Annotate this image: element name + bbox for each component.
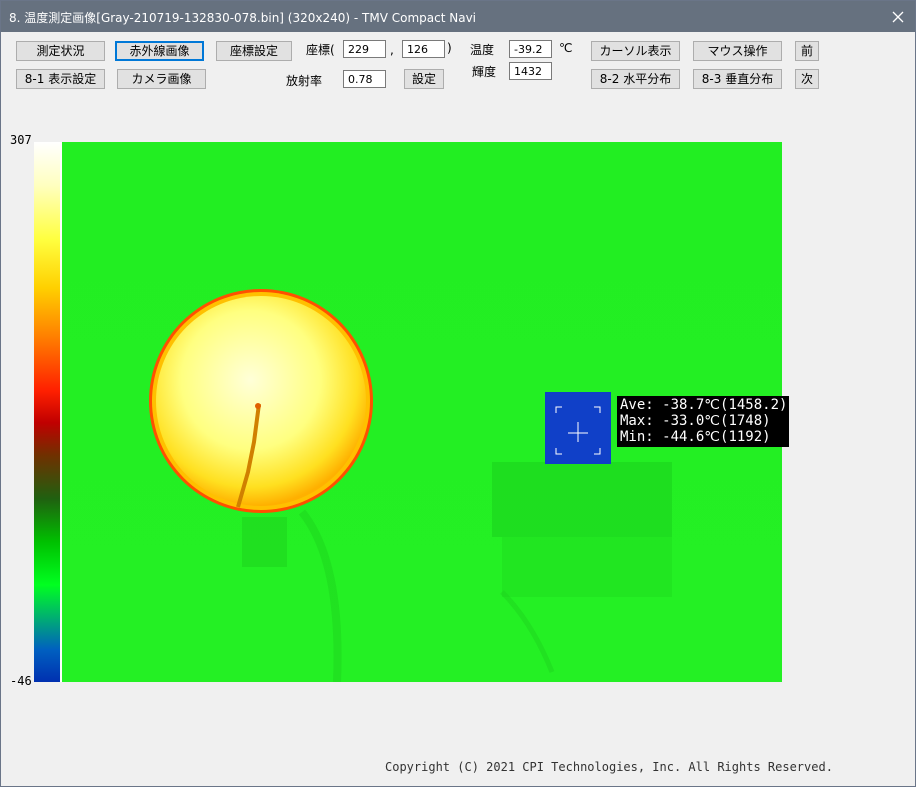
coord-settings-button[interactable]: 座標設定 bbox=[216, 41, 292, 61]
temperature-unit: ℃ bbox=[559, 41, 573, 55]
temperature-label: 温度 bbox=[470, 43, 495, 57]
close-button[interactable] bbox=[881, 1, 915, 32]
cursor-display-button[interactable]: カーソル表示 bbox=[591, 41, 680, 61]
vertical-distribution-button[interactable]: 8-3 垂直分布 bbox=[693, 69, 782, 89]
brightness-field[interactable] bbox=[509, 62, 552, 80]
coords-close: ) bbox=[447, 41, 452, 55]
prev-button[interactable]: 前 bbox=[795, 41, 819, 61]
emissivity-input[interactable] bbox=[343, 70, 386, 88]
readout-maximum: Max: -33.0℃(1748) bbox=[620, 413, 771, 429]
coord-y-input[interactable] bbox=[402, 40, 445, 58]
coord-x-input[interactable] bbox=[343, 40, 386, 58]
color-scale-bar bbox=[34, 142, 60, 682]
temperature-readout: Ave: -38.7℃(1458.2) Max: -33.0℃(1748) Mi… bbox=[617, 396, 789, 447]
brightness-label: 輝度 bbox=[472, 65, 497, 79]
title-bar: 8. 温度測定画像[Gray-210719-132830-078.bin] (3… bbox=[1, 1, 915, 32]
emissivity-label: 放射率 bbox=[286, 74, 323, 88]
camera-image-button[interactable]: カメラ画像 bbox=[117, 69, 206, 89]
coords-label: 座標( bbox=[306, 43, 335, 57]
display-settings-button[interactable]: 8-1 表示設定 bbox=[16, 69, 105, 89]
scale-min-label: -46 bbox=[10, 674, 32, 688]
coords-separator: , bbox=[390, 43, 394, 57]
copyright-text: Copyright (C) 2021 CPI Technologies, Inc… bbox=[385, 760, 833, 774]
close-icon bbox=[892, 11, 904, 22]
scale-max-label: 307 bbox=[10, 133, 32, 147]
readout-minimum: Min: -44.6℃(1192) bbox=[620, 429, 771, 445]
mouse-operation-button[interactable]: マウス操作 bbox=[693, 41, 782, 61]
readout-average: Ave: -38.7℃(1458.2) bbox=[620, 397, 788, 413]
next-button[interactable]: 次 bbox=[795, 69, 819, 89]
app-window: 8. 温度測定画像[Gray-210719-132830-078.bin] (3… bbox=[0, 0, 916, 787]
infrared-image-button[interactable]: 赤外線画像 bbox=[115, 41, 204, 61]
set-emissivity-button[interactable]: 設定 bbox=[404, 69, 444, 89]
horizontal-distribution-button[interactable]: 8-2 水平分布 bbox=[591, 69, 680, 89]
window-title: 8. 温度測定画像[Gray-210719-132830-078.bin] (3… bbox=[9, 11, 477, 25]
temperature-field[interactable] bbox=[509, 40, 552, 58]
measure-status-button[interactable]: 測定状況 bbox=[16, 41, 105, 61]
